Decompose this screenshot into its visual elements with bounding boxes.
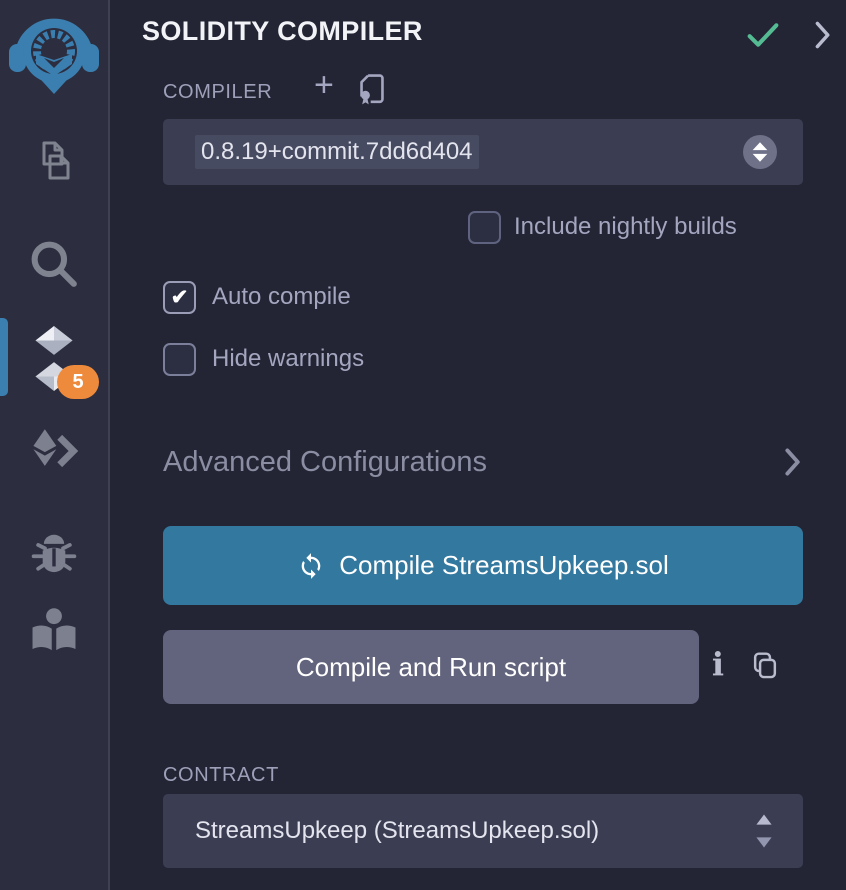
compile-button[interactable]: Compile StreamsUpkeep.sol: [163, 526, 803, 605]
sidebar-item-debugger[interactable]: [0, 528, 108, 580]
remix-logo[interactable]: [0, 8, 108, 96]
compile-button-label: Compile StreamsUpkeep.sol: [339, 550, 668, 581]
remix-logo-icon: [8, 8, 100, 96]
contract-select-arrows-icon: [755, 812, 773, 850]
compiler-version-select[interactable]: 0.8.19+commit.7dd6d404: [163, 119, 803, 185]
compiler-version-value: 0.8.19+commit.7dd6d404: [195, 135, 479, 169]
compile-and-run-label: Compile and Run script: [296, 652, 566, 683]
include-nightly-checkbox[interactable]: [468, 211, 501, 244]
sidebar-item-search[interactable]: [0, 236, 108, 292]
contract-select[interactable]: StreamsUpkeep (StreamsUpkeep.sol): [163, 794, 803, 868]
add-compiler-button[interactable]: +: [314, 68, 334, 102]
contract-section-label: CONTRACT: [163, 764, 279, 787]
info-icon[interactable]: i: [706, 645, 730, 683]
sidebar-item-file-explorer[interactable]: [0, 138, 108, 192]
include-nightly-label: Include nightly builds: [514, 213, 737, 241]
version-select-arrows-icon: [743, 135, 777, 169]
contract-select-value: StreamsUpkeep (StreamsUpkeep.sol): [195, 817, 599, 845]
advanced-configurations-toggle[interactable]: Advanced Configurations: [163, 440, 803, 484]
compile-success-check-icon: [746, 20, 780, 55]
icon-sidebar: 5: [0, 0, 110, 890]
debugger-icon: [28, 528, 80, 580]
auto-compile-label: Auto compile: [212, 283, 351, 311]
panel-collapse-chevron-icon[interactable]: [809, 20, 835, 55]
sidebar-item-deploy-and-run[interactable]: [0, 428, 108, 474]
advanced-configurations-chevron-icon: [781, 447, 803, 477]
learneth-icon: [28, 606, 80, 658]
compiler-license-icon[interactable]: [356, 73, 388, 112]
advanced-configurations-label: Advanced Configurations: [163, 446, 487, 479]
hide-warnings-label: Hide warnings: [212, 345, 364, 373]
file-explorer-icon: [28, 138, 80, 192]
compiler-section-label: COMPILER: [163, 81, 272, 104]
deploy-and-run-icon: [30, 428, 78, 474]
search-icon: [26, 236, 82, 292]
compiler-error-badge: 5: [57, 365, 99, 399]
sidebar-item-learneth[interactable]: [0, 606, 108, 658]
hide-warnings-checkbox[interactable]: [163, 343, 196, 376]
copy-icon[interactable]: [750, 650, 780, 687]
refresh-icon: [297, 552, 325, 580]
auto-compile-checkbox[interactable]: ✔: [163, 281, 196, 314]
compile-and-run-button[interactable]: Compile and Run script: [163, 630, 699, 704]
page-title: SOLIDITY COMPILER: [142, 16, 423, 47]
